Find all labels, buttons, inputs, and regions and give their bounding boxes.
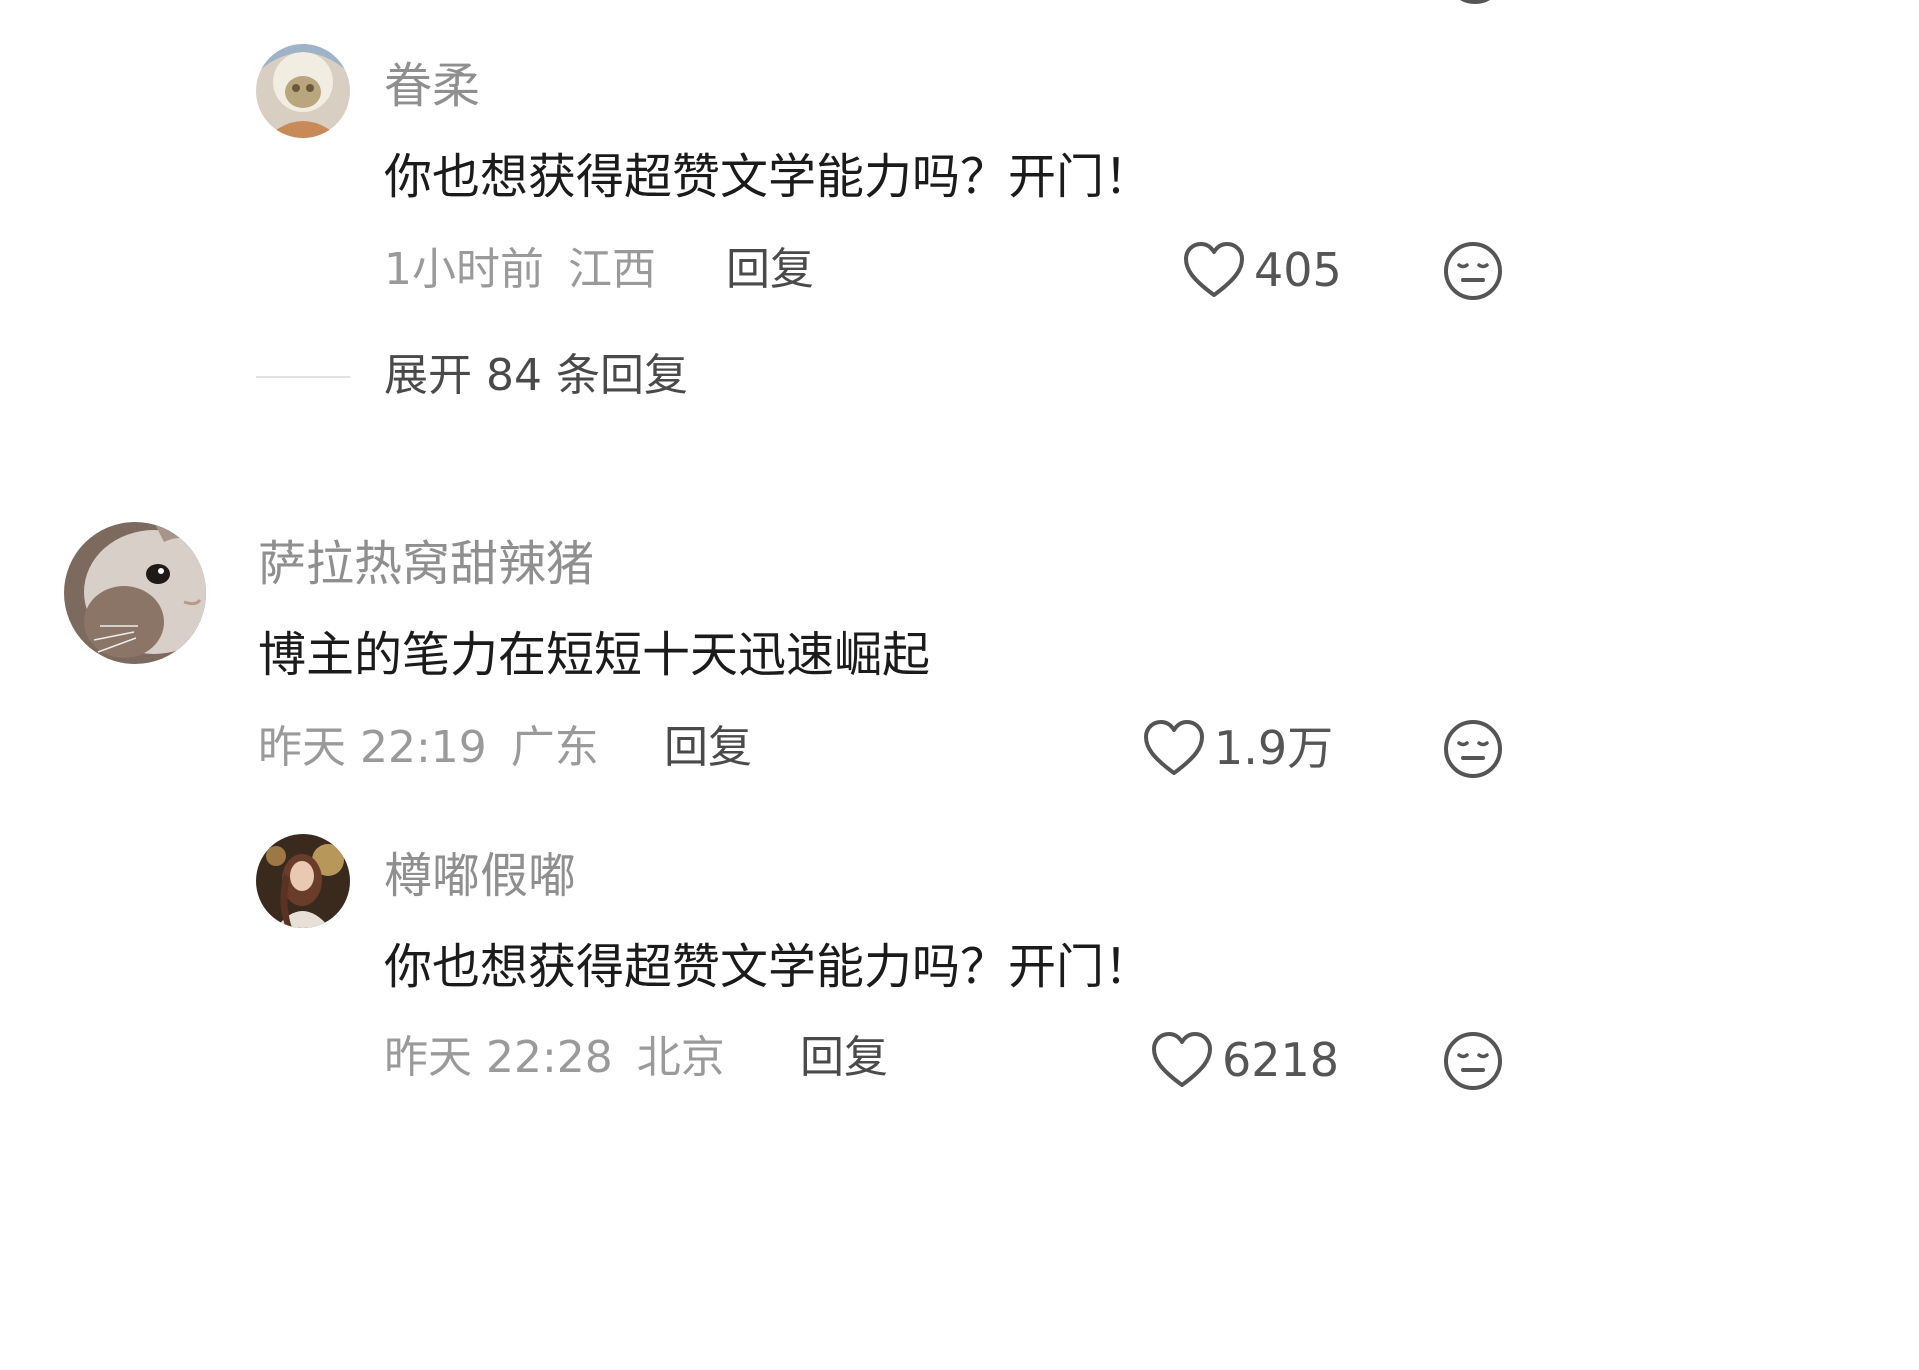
like-button[interactable]: 6218 [1150,1030,1339,1090]
avatar[interactable] [256,44,350,138]
like-button[interactable]: 1.9万 [1142,718,1333,778]
comment-time: 昨天 22:19 广东 [258,722,599,774]
comment-username[interactable]: 樽嘟假嘟 [384,848,576,904]
comment-timestamp: 昨天 22:28 [384,1032,613,1083]
dislike-face-icon[interactable] [1442,718,1504,780]
comment-time: 1小时前 江西 [384,244,656,296]
comment-location: 北京 [636,1032,725,1083]
comment-text: 博主的笔力在短短十天迅速崛起 [258,627,931,683]
comment-text: 你也想获得超赞文学能力吗？开门！ [384,149,1153,205]
heart-icon [1144,720,1204,775]
like-count: 1.9万 [1214,721,1334,775]
heart-icon [1152,1032,1212,1087]
reply-button[interactable]: 回复 [664,722,752,774]
dislike-face-icon[interactable] [1442,240,1504,302]
comment-timestamp: 昨天 22:19 [258,722,487,773]
comment-location: 江西 [568,244,656,295]
avatar[interactable] [64,522,206,664]
divider-line [256,376,350,378]
like-button[interactable]: 405 [1182,240,1342,300]
reply-button[interactable]: 回复 [726,244,814,296]
expand-replies-button[interactable]: 展开 84 条回复 [384,350,688,402]
comment-username[interactable]: 眷柔 [384,58,480,114]
dislike-face-icon[interactable] [1442,1030,1504,1092]
avatar[interactable] [256,834,350,928]
comment-location: 广东 [510,722,599,773]
dislike-face-icon[interactable] [1444,0,1506,10]
comment-username[interactable]: 萨拉热窝甜辣猪 [258,536,594,592]
comment-timestamp: 1小时前 [384,244,544,295]
like-count: 405 [1254,243,1342,297]
like-count: 6218 [1222,1033,1340,1087]
comment-time: 昨天 22:28 北京 [384,1032,725,1084]
reply-button[interactable]: 回复 [800,1032,888,1084]
heart-icon [1184,242,1244,297]
comment-text: 你也想获得超赞文学能力吗？开门！ [384,939,1153,995]
